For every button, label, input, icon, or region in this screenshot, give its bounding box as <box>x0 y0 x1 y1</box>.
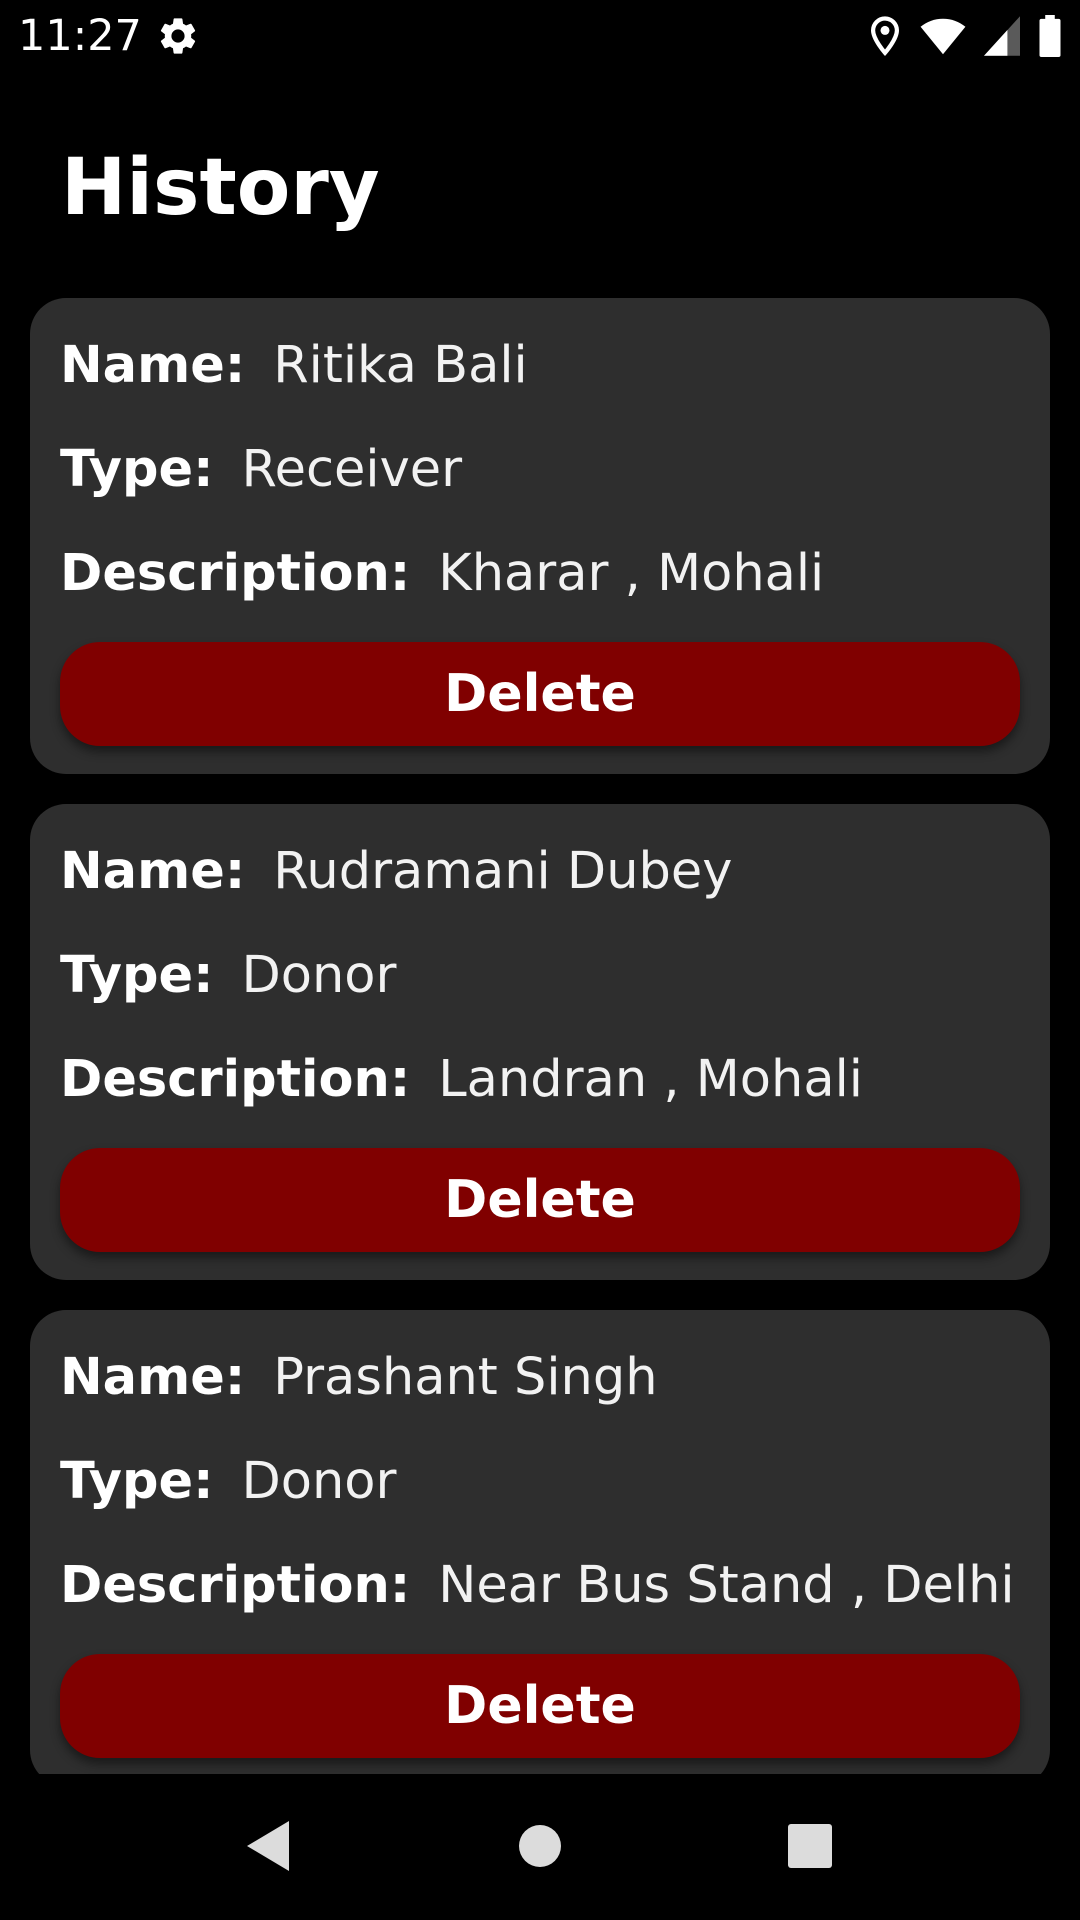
delete-button[interactable]: Delete <box>60 642 1020 746</box>
type-row: Type: Donor <box>60 944 396 1008</box>
name-row: Name: Ritika Bali <box>60 334 528 398</box>
location-icon <box>868 15 902 57</box>
history-screen: 11:27 History Name: Ritika Bali Type: Re… <box>0 0 1080 1920</box>
delete-button[interactable]: Delete <box>60 1654 1020 1758</box>
type-label: Type: <box>60 1452 214 1511</box>
name-row: Name: Rudramani Dubey <box>60 840 732 904</box>
home-icon[interactable] <box>490 1796 590 1896</box>
description-value: Near Bus Stand , Delhi <box>438 1556 1015 1615</box>
type-label: Type: <box>60 946 214 1005</box>
type-row: Type: Donor <box>60 1450 396 1514</box>
name-value: Prashant Singh <box>273 1348 658 1407</box>
battery-icon <box>1038 15 1062 57</box>
recents-icon[interactable] <box>760 1796 860 1896</box>
type-row: Type: Receiver <box>60 438 462 502</box>
settings-gear-icon <box>156 14 200 58</box>
history-list[interactable]: Name: Ritika Bali Type: Receiver Descripti… <box>30 298 1050 1774</box>
wifi-icon <box>920 16 966 56</box>
delete-button[interactable]: Delete <box>60 1148 1020 1252</box>
history-card: Name: Prashant Singh Type: Donor Descripti… <box>30 1310 1050 1774</box>
description-value: Kharar , Mohali <box>438 544 825 603</box>
name-label: Name: <box>60 336 246 395</box>
history-card: Name: Rudramani Dubey Type: Donor Descript… <box>30 804 1050 1280</box>
cell-signal-icon <box>984 16 1020 56</box>
description-row: Description: Near Bus Stand , Delhi <box>60 1554 1015 1618</box>
navigation-bar <box>0 1776 1080 1920</box>
type-value: Donor <box>241 946 397 1005</box>
name-label: Name: <box>60 842 246 901</box>
history-card: Name: Ritika Bali Type: Receiver Descripti… <box>30 298 1050 774</box>
type-label: Type: <box>60 440 214 499</box>
back-icon[interactable] <box>218 1796 318 1896</box>
name-value: Ritika Bali <box>273 336 528 395</box>
name-row: Name: Prashant Singh <box>60 1346 658 1410</box>
type-value: Receiver <box>241 440 463 499</box>
description-row: Description: Kharar , Mohali <box>60 542 824 606</box>
name-value: Rudramani Dubey <box>273 842 733 901</box>
status-icons <box>868 14 1062 58</box>
page-title: History <box>61 143 380 233</box>
status-bar: 11:27 <box>0 0 1080 72</box>
description-label: Description: <box>60 544 411 603</box>
description-label: Description: <box>60 1556 411 1615</box>
status-time: 11:27 <box>18 11 142 61</box>
type-value: Donor <box>241 1452 397 1511</box>
description-value: Landran , Mohali <box>438 1050 863 1109</box>
description-label: Description: <box>60 1050 411 1109</box>
name-label: Name: <box>60 1348 246 1407</box>
description-row: Description: Landran , Mohali <box>60 1048 863 1112</box>
